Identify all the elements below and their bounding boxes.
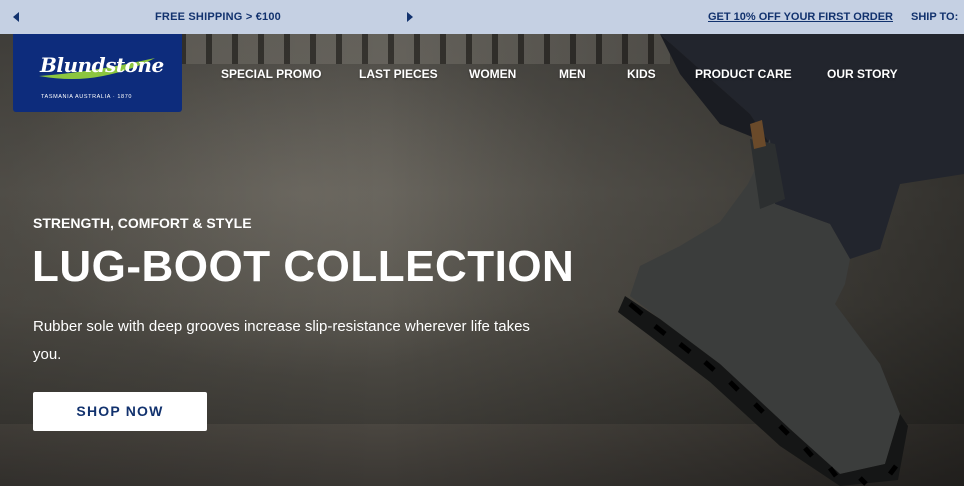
nav-item-last-pieces[interactable]: LAST PIECES xyxy=(359,67,438,81)
ship-to-selector[interactable]: SHIP TO: xyxy=(911,11,958,23)
chevron-left-icon[interactable] xyxy=(13,12,19,22)
hero-title: LUG-BOOT COLLECTION xyxy=(32,242,575,291)
nav-item-product-care[interactable]: PRODUCT CARE xyxy=(695,67,792,81)
boot-photo-image xyxy=(618,34,964,486)
hero-eyebrow: STRENGTH, COMFORT & STYLE xyxy=(33,215,252,231)
blundstone-logo[interactable]: Blundstone TASMANIA AUSTRALIA · 1870 xyxy=(13,34,182,112)
nav-item-kids[interactable]: KIDS xyxy=(627,67,656,81)
chevron-right-icon[interactable] xyxy=(407,12,413,22)
nav-item-men[interactable]: MEN xyxy=(559,67,586,81)
nav-item-our-story[interactable]: OUR STORY xyxy=(827,67,898,81)
logo-tagline: TASMANIA AUSTRALIA · 1870 xyxy=(41,94,133,100)
logo-wordmark: Blundstone xyxy=(40,53,164,77)
promo-bar: FREE SHIPPING > €100 GET 10% OFF YOUR FI… xyxy=(0,0,964,34)
nav-item-special-promo[interactable]: SPECIAL PROMO xyxy=(221,67,321,81)
promo-message: FREE SHIPPING > €100 xyxy=(155,11,281,23)
nav-item-women[interactable]: WOMEN xyxy=(469,67,516,81)
first-order-offer-link[interactable]: GET 10% OFF YOUR FIRST ORDER xyxy=(708,11,893,23)
shop-now-button[interactable]: SHOP NOW xyxy=(33,392,207,431)
hero-description: Rubber sole with deep grooves increase s… xyxy=(33,318,530,363)
